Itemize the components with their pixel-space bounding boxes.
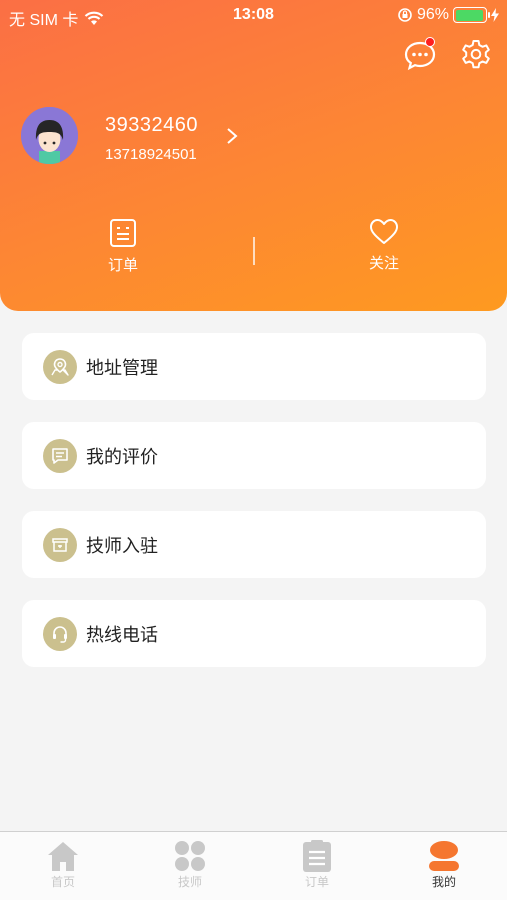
tab-label: 首页	[50, 875, 75, 889]
menu-item-address[interactable]: 地址管理	[22, 333, 486, 400]
battery-icon	[453, 7, 490, 23]
home-icon	[48, 842, 78, 871]
username[interactable]: 39332460	[105, 114, 198, 137]
grid-icon	[175, 841, 205, 871]
store-icon	[43, 527, 77, 562]
chevron-right-icon[interactable]	[224, 126, 240, 146]
menu-item-hotline[interactable]: 热线电话	[22, 600, 486, 667]
tab-orders[interactable]: 订单	[277, 840, 357, 890]
menu-label: 地址管理	[86, 357, 158, 378]
avatar[interactable]	[21, 107, 78, 164]
comment-icon	[43, 438, 77, 473]
settings-icon[interactable]	[459, 38, 493, 72]
phone-number: 13718924501	[105, 146, 197, 163]
menu-label: 技师入驻	[86, 535, 158, 556]
charging-icon	[491, 8, 499, 22]
tab-label: 订单	[304, 875, 329, 889]
status-bar: 无 SIM 卡 13:08 96%	[0, 0, 507, 32]
battery-percent: 96%	[416, 6, 449, 23]
tab-label: 我的	[431, 875, 456, 889]
orders-shortcut[interactable]: 订单	[88, 218, 158, 275]
divider	[253, 237, 255, 265]
menu-item-join-technician[interactable]: 技师入驻	[22, 511, 486, 578]
menu-label: 我的评价	[86, 446, 158, 467]
tab-home[interactable]: 首页	[23, 840, 103, 890]
heart-icon	[370, 219, 398, 244]
menu-item-reviews[interactable]: 我的评价	[22, 422, 486, 489]
unread-dot	[425, 37, 435, 47]
tab-technicians[interactable]: 技师	[150, 840, 230, 890]
tab-label: 技师	[177, 875, 202, 889]
order-list-icon	[110, 219, 136, 247]
tab-bar: 首页 技师 订单 我的	[0, 831, 507, 900]
order-icon	[303, 840, 331, 872]
headset-icon	[43, 616, 77, 651]
follow-shortcut[interactable]: 关注	[349, 218, 419, 273]
profile-header: 无 SIM 卡 13:08 96% 39332460 13718924501 订…	[0, 0, 507, 311]
tab-profile[interactable]: 我的	[404, 840, 484, 890]
orientation-lock-icon	[398, 8, 412, 22]
menu-label: 热线电话	[86, 624, 158, 645]
message-icon[interactable]	[403, 37, 437, 72]
follow-label: 关注	[368, 255, 399, 272]
profile-icon	[429, 841, 459, 871]
orders-label: 订单	[107, 257, 138, 274]
location-icon	[43, 349, 77, 384]
